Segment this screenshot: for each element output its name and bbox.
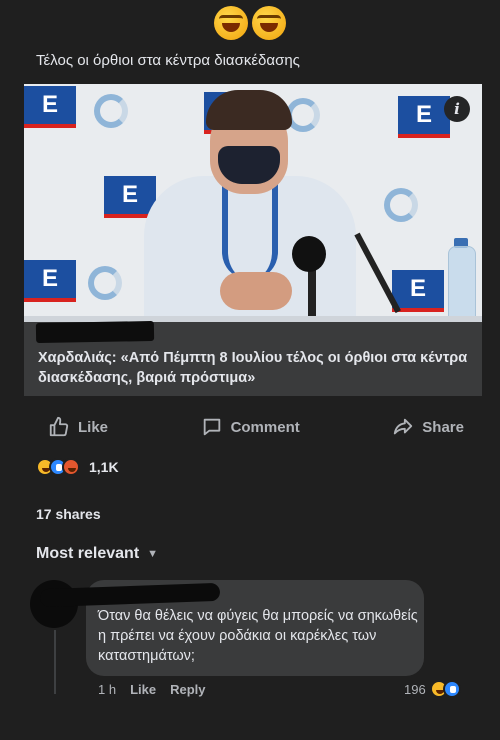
comment-time[interactable]: 1 h <box>98 682 116 697</box>
reaction-count: 1,1K <box>89 459 119 475</box>
chevron-down-icon: ▼ <box>147 548 159 560</box>
reaction-summary[interactable]: 1,1K <box>36 458 119 476</box>
link-title[interactable]: Χαρδαλιάς: «Από Πέμπτη 8 Ιουλίου τέλος ο… <box>38 348 468 388</box>
comment-reaction-icons <box>429 680 461 698</box>
reaction-icons <box>36 458 80 476</box>
link-preview-card[interactable]: E E E E E E i Χαρδαλιάς: «Από Πέμπτη 8 Ι… <box>24 84 482 396</box>
comment-meta: 1 h Like Reply <box>98 682 206 697</box>
comment-button[interactable]: Comment <box>189 416 312 438</box>
shares-count[interactable]: 17 shares <box>36 506 101 522</box>
comment-label: Comment <box>230 418 300 436</box>
rolling-on-floor-laughing-icon <box>214 6 248 40</box>
share-arrow-icon <box>394 418 413 435</box>
comment-reply-button[interactable]: Reply <box>170 682 205 697</box>
sort-label: Most relevant <box>36 545 140 562</box>
comment-thread-line <box>54 630 56 694</box>
thumbs-up-icon <box>49 416 69 437</box>
ministry-logo-icon: E <box>24 86 76 128</box>
post-action-bar: Like Comment Share <box>36 408 476 446</box>
ministry-logo-icon: E <box>392 270 444 312</box>
share-label: Share <box>422 418 464 436</box>
logo-ring-icon <box>94 94 128 128</box>
share-button[interactable]: Share <box>380 416 476 438</box>
speaker-hands <box>220 272 292 310</box>
post-text: Τέλος οι όρθιοι στα κέντρα διασκέδασης <box>36 52 300 69</box>
like-icon <box>442 680 461 698</box>
like-button[interactable]: Like <box>36 416 120 438</box>
post-emoji-row <box>0 6 500 46</box>
article-photo[interactable]: E E E E E E i <box>24 84 482 322</box>
comment-reaction-count: 196 <box>404 681 426 697</box>
info-icon[interactable]: i <box>444 96 470 122</box>
rolling-on-floor-laughing-icon <box>252 6 286 40</box>
speaker-face-mask <box>218 146 280 184</box>
angry-icon <box>62 458 80 476</box>
ministry-logo-icon: E <box>24 260 76 302</box>
ministry-logo-icon: E <box>398 96 450 138</box>
comment-bubble-icon <box>203 418 220 436</box>
microphone-stand <box>308 266 316 316</box>
comment-sort-dropdown[interactable]: Most relevant ▼ <box>36 545 158 563</box>
comment-like-button[interactable]: Like <box>130 682 156 697</box>
water-bottle <box>448 246 476 322</box>
redacted-source-bar <box>35 320 155 344</box>
like-label: Like <box>78 418 109 436</box>
microphone-icon <box>292 236 326 272</box>
speaker-lanyard <box>222 180 278 280</box>
comment-reaction-summary[interactable]: 196 <box>404 680 461 698</box>
logo-ring-icon <box>384 188 418 222</box>
logo-ring-icon <box>88 266 122 300</box>
speaker-hair <box>206 90 292 130</box>
comment-text: Όταν θα θέλεις να φύγεις θα μπορείς να σ… <box>98 608 418 664</box>
